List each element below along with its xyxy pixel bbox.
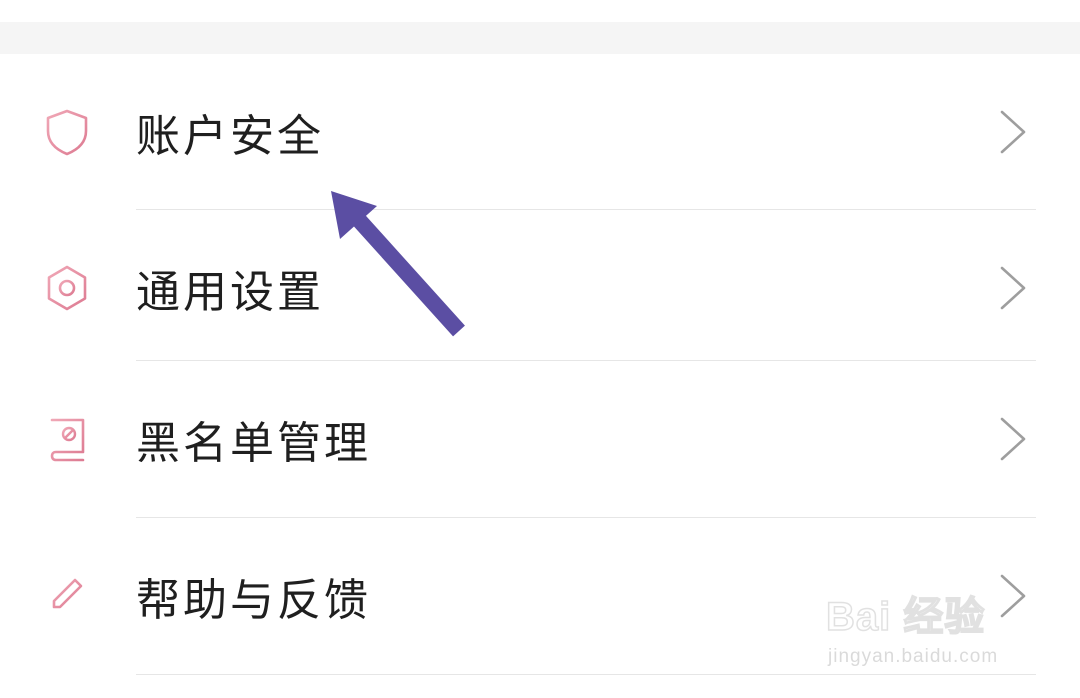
shield-icon: [46, 109, 88, 155]
blacklist-book-icon: [50, 418, 85, 461]
divider: [136, 674, 1036, 675]
menu-item-general-settings[interactable]: 通用设置: [0, 210, 1080, 365]
menu-item-label: 帮助与反馈: [136, 574, 371, 626]
top-strip: [0, 0, 1080, 22]
chevron-right-icon: [1000, 110, 1026, 153]
menu-item-label: 黑名单管理: [136, 417, 371, 469]
watermark: Bai 经验 jingyan.baidu.com: [825, 584, 1026, 674]
menu-item-blacklist-management[interactable]: 黑名单管理: [0, 361, 1080, 516]
menu-item-label: 账户安全: [136, 110, 324, 162]
chevron-right-icon: [1000, 417, 1026, 460]
menu-item-account-security[interactable]: 账户安全: [0, 54, 1080, 209]
watermark-brand: Bai 经验: [825, 594, 986, 640]
pencil-icon: [46, 578, 88, 616]
gear-icon: [47, 265, 87, 310]
menu-item-label: 通用设置: [136, 266, 324, 318]
section-gap: [0, 22, 1080, 54]
watermark-url: jingyan.baidu.com: [828, 646, 999, 667]
chevron-right-icon: [1000, 266, 1026, 309]
